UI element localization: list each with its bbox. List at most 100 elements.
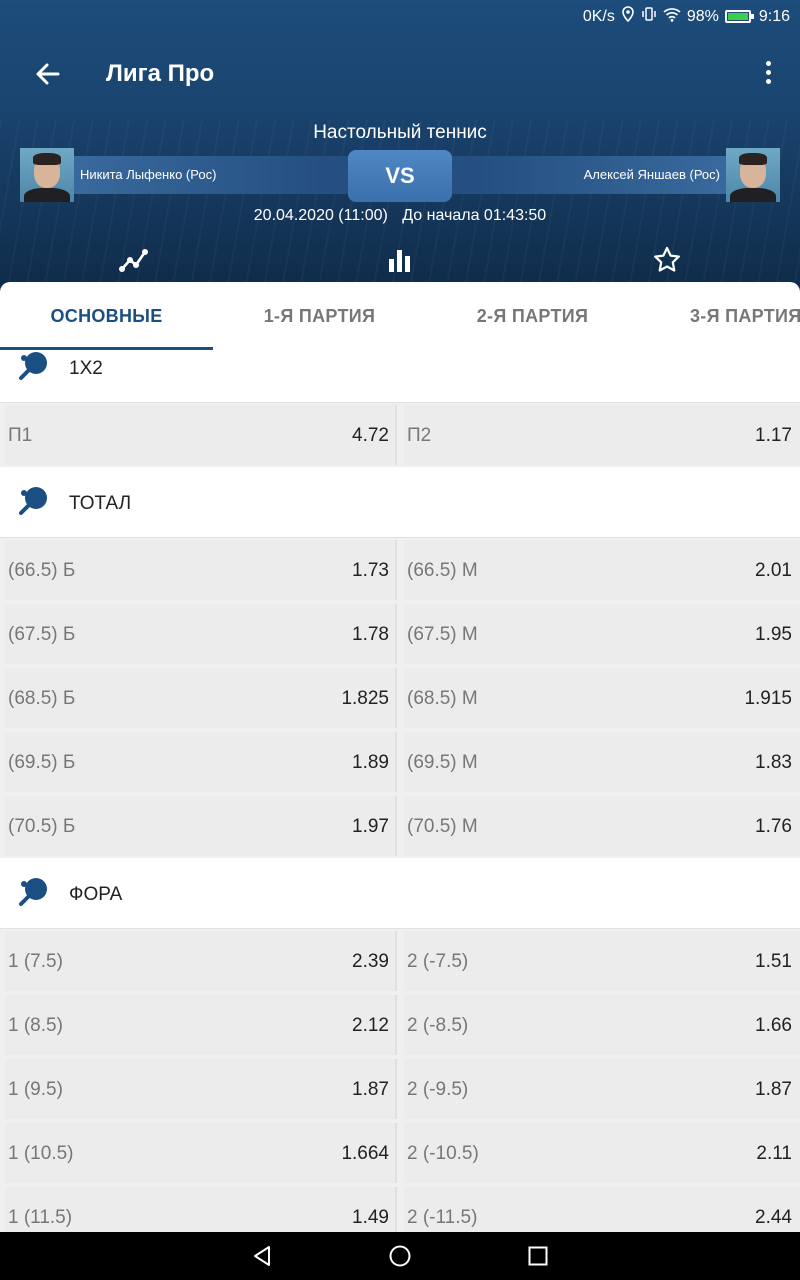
ping-pong-icon bbox=[19, 487, 47, 515]
market-row: 1 (10.5) 1.664 2 (-10.5) 2.11 bbox=[0, 1121, 800, 1185]
odd-cell[interactable]: 2 (-8.5) 1.66 bbox=[404, 995, 800, 1055]
match-actions bbox=[0, 240, 800, 280]
odd-cell[interactable]: (66.5) М 2.01 bbox=[404, 540, 800, 600]
battery-icon bbox=[724, 10, 754, 23]
sport-name: Настольный теннис bbox=[313, 122, 487, 143]
odd-cell[interactable]: (70.5) Б 1.97 bbox=[5, 796, 397, 856]
odd-cell[interactable]: 1 (8.5) 2.12 bbox=[5, 995, 397, 1055]
odd-value: 1.73 bbox=[352, 560, 389, 581]
nav-recents-button[interactable] bbox=[526, 1244, 550, 1268]
outcome-label: 1 (8.5) bbox=[8, 1015, 63, 1036]
markets-list: 1X2 П1 4.72 П2 1.17 ТОТАЛ (66.5) Б 1.73 (… bbox=[0, 350, 800, 1232]
odd-cell[interactable]: (67.5) Б 1.78 bbox=[5, 604, 397, 664]
back-button[interactable] bbox=[28, 54, 68, 94]
star-icon[interactable] bbox=[651, 244, 683, 276]
odd-value: 1.83 bbox=[755, 752, 792, 773]
outcome-label: 2 (-10.5) bbox=[407, 1143, 479, 1164]
odd-cell[interactable]: 1 (11.5) 1.49 bbox=[5, 1187, 397, 1232]
odd-cell[interactable]: 1 (10.5) 1.664 bbox=[5, 1123, 397, 1183]
market-row: 1 (8.5) 2.12 2 (-8.5) 1.66 bbox=[0, 993, 800, 1057]
ping-pong-icon bbox=[19, 352, 47, 380]
odd-value: 1.17 bbox=[755, 425, 792, 446]
odd-cell[interactable]: (68.5) Б 1.825 bbox=[5, 668, 397, 728]
market-row: (69.5) Б 1.89 (69.5) М 1.83 bbox=[0, 730, 800, 794]
outcome-label: (67.5) М bbox=[407, 624, 478, 645]
tab-main[interactable]: ОСНОВНЫЕ bbox=[0, 282, 213, 350]
nav-back-button[interactable] bbox=[250, 1244, 274, 1268]
odd-value: 1.915 bbox=[744, 688, 792, 709]
section-title: 1X2 bbox=[69, 358, 103, 379]
match-countdown: До начала 01:43:50 bbox=[402, 207, 547, 224]
page-title: Лига Про bbox=[106, 60, 215, 87]
section-title: ФОРА bbox=[69, 884, 123, 905]
odd-value: 2.01 bbox=[755, 560, 792, 581]
outcome-label: 1 (10.5) bbox=[8, 1143, 74, 1164]
player1-name: Никита Лыфенко (Рос) bbox=[80, 167, 217, 182]
odd-value: 1.87 bbox=[352, 1079, 389, 1100]
odd-cell[interactable]: (67.5) М 1.95 bbox=[404, 604, 800, 664]
odd-value: 1.66 bbox=[755, 1015, 792, 1036]
bar-chart-icon[interactable] bbox=[384, 244, 416, 276]
tab-game-2[interactable]: 2-Я ПАРТИЯ bbox=[426, 282, 639, 350]
market-row: (67.5) Б 1.78 (67.5) М 1.95 bbox=[0, 602, 800, 666]
outcome-label: (69.5) Б bbox=[8, 752, 76, 773]
odd-value: 1.76 bbox=[755, 816, 792, 837]
odd-value: 1.664 bbox=[341, 1143, 389, 1164]
section-title: ТОТАЛ bbox=[69, 493, 132, 514]
odd-value: 1.825 bbox=[341, 688, 389, 709]
outcome-label: П2 bbox=[407, 425, 432, 446]
vibrate-icon bbox=[641, 6, 657, 27]
odd-cell[interactable]: 2 (-11.5) 2.44 bbox=[404, 1187, 800, 1232]
status-bar: 0K/s 98% 9:16 bbox=[0, 0, 800, 32]
tab-game-1[interactable]: 1-Я ПАРТИЯ bbox=[213, 282, 426, 350]
circle-home-icon bbox=[389, 1245, 411, 1267]
odd-value: 2.11 bbox=[756, 1143, 792, 1164]
odd-cell[interactable]: (68.5) М 1.915 bbox=[404, 668, 800, 728]
odd-value: 1.49 bbox=[352, 1207, 389, 1228]
market-row: П1 4.72 П2 1.17 bbox=[0, 403, 800, 467]
odd-cell[interactable]: 2 (-10.5) 2.11 bbox=[404, 1123, 800, 1183]
outcome-label: (68.5) М bbox=[407, 688, 478, 709]
odd-value: 1.78 bbox=[352, 624, 389, 645]
odd-value: 2.44 bbox=[755, 1207, 792, 1228]
odd-cell[interactable]: 2 (-9.5) 1.87 bbox=[404, 1059, 800, 1119]
odd-cell[interactable]: 1 (9.5) 1.87 bbox=[5, 1059, 397, 1119]
odd-cell[interactable]: П1 4.72 bbox=[5, 405, 397, 465]
odd-value: 2.39 bbox=[352, 951, 389, 972]
outcome-label: 2 (-9.5) bbox=[407, 1079, 469, 1100]
player1-avatar bbox=[20, 148, 74, 202]
wifi-icon bbox=[663, 7, 681, 27]
market-row: (68.5) Б 1.825 (68.5) М 1.915 bbox=[0, 666, 800, 730]
outcome-label: 2 (-8.5) bbox=[407, 1015, 469, 1036]
market-row: (70.5) Б 1.97 (70.5) М 1.76 bbox=[0, 794, 800, 858]
outcome-label: (70.5) М bbox=[407, 816, 478, 837]
odd-cell[interactable]: (69.5) М 1.83 bbox=[404, 732, 800, 792]
odd-value: 2.12 bbox=[352, 1015, 389, 1036]
nav-home-button[interactable] bbox=[388, 1244, 412, 1268]
section-header: 1X2 bbox=[0, 350, 800, 403]
odd-cell[interactable]: П2 1.17 bbox=[404, 405, 800, 465]
match-datetime: 20.04.2020 (11:00) bbox=[253, 207, 388, 224]
clock: 9:16 bbox=[758, 7, 790, 25]
outcome-label: 1 (11.5) bbox=[8, 1207, 73, 1228]
square-recents-icon bbox=[528, 1246, 548, 1266]
odd-cell[interactable]: (70.5) М 1.76 bbox=[404, 796, 800, 856]
market-row: (66.5) Б 1.73 (66.5) М 2.01 bbox=[0, 538, 800, 602]
odd-cell[interactable]: (69.5) Б 1.89 bbox=[5, 732, 397, 792]
tab-game-3[interactable]: 3-Я ПАРТИЯ bbox=[639, 282, 800, 350]
outcome-label: П1 bbox=[8, 425, 33, 446]
trend-line-icon[interactable] bbox=[117, 244, 149, 276]
outcome-label: (69.5) М bbox=[407, 752, 478, 773]
section-header: ФОРА bbox=[0, 858, 800, 929]
odd-cell[interactable]: (66.5) Б 1.73 bbox=[5, 540, 397, 600]
outcome-label: (68.5) Б bbox=[8, 688, 76, 709]
player2-avatar bbox=[726, 148, 780, 202]
outcome-label: (66.5) Б bbox=[8, 560, 76, 581]
odd-cell[interactable]: 1 (7.5) 2.39 bbox=[5, 931, 397, 991]
odd-value: 1.89 bbox=[352, 752, 389, 773]
odd-cell[interactable]: 2 (-7.5) 1.51 bbox=[404, 931, 800, 991]
market-row: 1 (11.5) 1.49 2 (-11.5) 2.44 bbox=[0, 1185, 800, 1232]
market-row: 1 (7.5) 2.39 2 (-7.5) 1.51 bbox=[0, 929, 800, 993]
outcome-label: 1 (7.5) bbox=[8, 951, 63, 972]
more-options-button[interactable] bbox=[760, 58, 776, 92]
